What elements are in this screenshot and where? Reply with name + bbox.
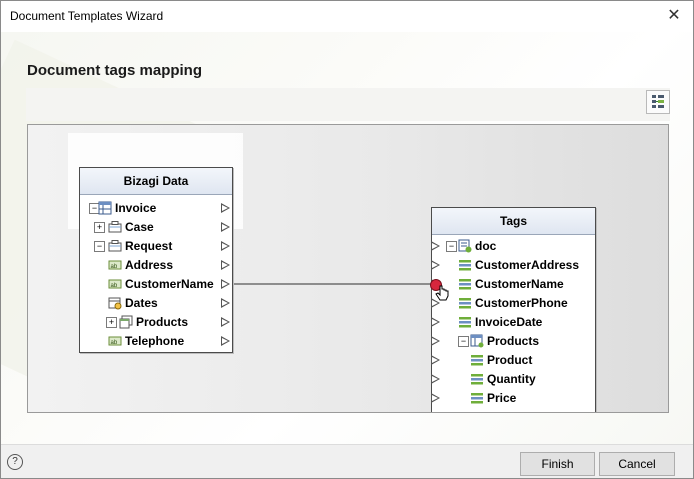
target-port-quantity[interactable] — [431, 374, 440, 384]
tag-field-icon — [458, 296, 472, 310]
source-port-customername[interactable] — [221, 279, 230, 289]
mapping-canvas: Bizagi Data Tags − Invoice + Case − Request ab… — [27, 124, 669, 413]
target-port-products[interactable] — [431, 336, 440, 346]
target-item-doc[interactable]: doc — [475, 237, 496, 256]
tag-field-icon — [458, 315, 472, 329]
tag-field-icon — [470, 353, 484, 367]
target-item-price[interactable]: Price — [487, 389, 516, 408]
target-expander-products[interactable]: − — [458, 336, 469, 347]
source-item-telephone[interactable]: Telephone — [125, 332, 184, 351]
source-port-request[interactable] — [221, 241, 230, 251]
cancel-button[interactable]: Cancel — [599, 452, 675, 476]
target-port-price[interactable] — [431, 393, 440, 403]
help-icon[interactable]: ? — [7, 454, 23, 470]
finish-button[interactable]: Finish — [520, 452, 595, 476]
wizard-content: Document tags mapping Bizagi Data Tags −… — [1, 32, 693, 444]
window-title: Document Templates Wizard — [10, 9, 164, 23]
source-item-dates[interactable]: Dates — [125, 294, 158, 313]
target-expander-doc[interactable]: − — [446, 241, 457, 252]
wizard-window: Document Templates Wizard ✕ Document tag… — [0, 0, 694, 479]
source-port-invoice[interactable] — [221, 203, 230, 213]
folder-icon — [108, 220, 122, 234]
source-expander-request[interactable]: − — [94, 241, 105, 252]
target-item-invoicedate[interactable]: InvoiceDate — [475, 313, 542, 332]
source-port-products[interactable] — [221, 317, 230, 327]
svg-text:ab: ab — [111, 264, 118, 270]
target-port-doc[interactable] — [431, 241, 440, 251]
text-field-icon: ab — [108, 277, 122, 291]
close-icon[interactable]: ✕ — [661, 4, 687, 28]
source-item-customername[interactable]: CustomerName — [125, 275, 214, 294]
source-port-telephone[interactable] — [221, 336, 230, 346]
collection-icon — [119, 315, 133, 329]
target-port-invoicedate[interactable] — [431, 317, 440, 327]
svg-text:ab: ab — [111, 283, 118, 289]
text-field-icon: ab — [108, 258, 122, 272]
date-icon — [108, 296, 122, 310]
source-item-case[interactable]: Case — [125, 218, 154, 237]
target-port-customeraddress[interactable] — [431, 260, 440, 270]
tag-field-icon — [470, 372, 484, 386]
hand-cursor-icon — [435, 285, 449, 301]
target-item-customeraddress[interactable]: CustomerAddress — [475, 256, 579, 275]
target-item-customerphone[interactable]: CustomerPhone — [475, 294, 568, 313]
target-port-totalprice[interactable] — [431, 412, 440, 413]
source-item-products[interactable]: Products — [136, 313, 188, 332]
mapping-toolbar — [26, 88, 670, 121]
svg-text:ab: ab — [111, 340, 118, 346]
target-item-customername[interactable]: CustomerName — [475, 275, 564, 294]
tag-field-icon — [470, 391, 484, 405]
target-item-products[interactable]: Products — [487, 332, 539, 351]
target-item-totalprice[interactable]: TotalPrice — [487, 408, 544, 412]
text-field-icon: ab — [108, 334, 122, 348]
document-tag-icon — [458, 239, 472, 253]
dialog-footer: ? Finish Cancel — [1, 444, 693, 478]
source-item-address[interactable]: Address — [125, 256, 173, 275]
auto-map-button[interactable] — [646, 90, 670, 114]
folder-icon — [108, 239, 122, 253]
source-tree-title: Bizagi Data — [80, 168, 232, 195]
tag-field-icon — [458, 258, 472, 272]
source-port-address[interactable] — [221, 260, 230, 270]
tag-field-icon — [458, 277, 472, 291]
target-tree-title: Tags — [432, 208, 595, 235]
target-item-quantity[interactable]: Quantity — [487, 370, 536, 389]
auto-map-icon — [652, 95, 664, 108]
source-expander-case[interactable]: + — [94, 222, 105, 233]
tag-table-icon — [470, 334, 484, 348]
source-port-case[interactable] — [221, 222, 230, 232]
source-expander-products[interactable]: + — [106, 317, 117, 328]
target-port-product[interactable] — [431, 355, 440, 365]
tag-field-icon — [470, 410, 484, 412]
source-item-invoice[interactable]: Invoice — [115, 199, 156, 218]
page-title: Document tags mapping — [27, 62, 203, 79]
source-port-dates[interactable] — [221, 298, 230, 308]
entity-table-icon — [98, 201, 112, 215]
title-bar: Document Templates Wizard ✕ — [1, 1, 693, 32]
source-item-request[interactable]: Request — [125, 237, 172, 256]
target-item-product[interactable]: Product — [487, 351, 532, 370]
